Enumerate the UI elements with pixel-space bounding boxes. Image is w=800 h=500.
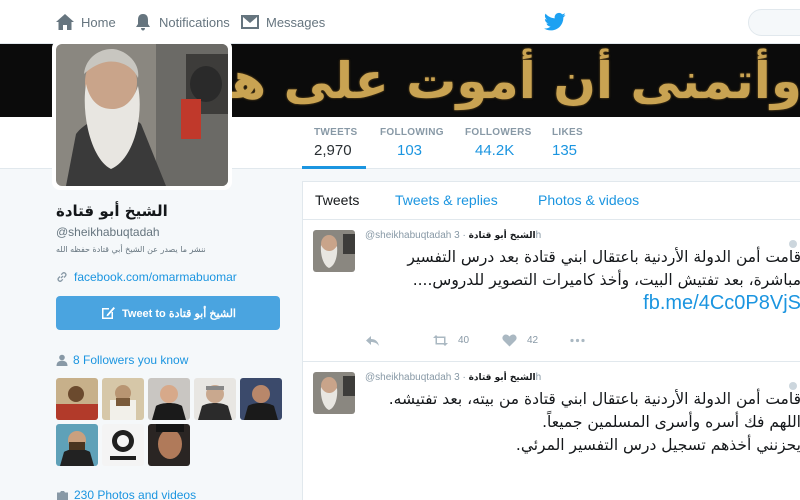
followers-you-know-label: 8 Followers you know [73, 353, 189, 367]
photos-videos-label: 230 Photos and videos [74, 488, 197, 500]
nav-notifications[interactable]: Notifications [133, 0, 230, 44]
followers-you-know-link[interactable]: 8 Followers you know [56, 353, 188, 367]
like-count: 42 [527, 335, 539, 346]
follower-avatar-image [240, 378, 282, 420]
bell-icon [136, 14, 150, 31]
person-icon [56, 354, 68, 366]
twitter-bird-icon[interactable] [544, 12, 566, 32]
stat-following[interactable]: FOLLOWING 103 [380, 127, 444, 159]
more-dots-icon [570, 338, 585, 343]
tweets-timeline: Tweets Tweets & replies Photos & videos … [302, 181, 800, 500]
avatar-photo [56, 44, 228, 186]
profile-website-link[interactable]: facebook.com/omarmabuomar [56, 270, 237, 284]
tweet-item[interactable]: @sheikhabuqtadah الشيخ أبو قتادة · 3h قا… [303, 362, 800, 500]
reply-icon [366, 336, 379, 346]
stat-tweets-label: TWEETS [314, 127, 358, 138]
follower-avatar-image [194, 378, 236, 420]
stat-following-value: 103 [397, 142, 423, 159]
tweet-to-label: Tweet to الشيخ أبو قتادة [121, 307, 236, 320]
tweet-author-avatar-image [313, 230, 355, 272]
tweet-to-button[interactable]: Tweet to الشيخ أبو قتادة [56, 296, 280, 330]
active-stat-underline [302, 166, 366, 169]
follower-avatar[interactable] [56, 424, 98, 466]
tweet-text: قامت أمن الدولة الأردنية باعتقال ابني قت… [365, 388, 800, 457]
profile-bio: ننشر ما يصدر عن الشيخ أبي قتادة حفظه الل… [56, 245, 206, 254]
follower-avatar[interactable] [102, 424, 144, 466]
compose-icon [101, 307, 115, 319]
stat-likes-label: LIKES [552, 127, 583, 138]
tweet-author-avatar[interactable] [313, 230, 355, 272]
follower-avatar-image [102, 378, 144, 420]
tweet-text-line: قامت أمن الدولة الأردنية باعتقال ابني قت… [388, 390, 800, 408]
tweet-text-content: قامت أمن الدولة الأردنية باعتقال ابني قت… [407, 248, 800, 289]
stat-likes-value: 135 [552, 142, 578, 159]
top-navigation-bar: Home Notifications Messages [0, 0, 800, 44]
tweet-handle[interactable]: @sheikhabuqtadah [365, 372, 451, 383]
stat-followers-label: FOLLOWERS [465, 127, 532, 138]
tweet-author-name[interactable]: الشيخ أبو قتادة [469, 231, 536, 241]
follower-avatar-image [56, 424, 98, 466]
follower-avatar[interactable] [56, 378, 98, 420]
tweet-header: @sheikhabuqtadah الشيخ أبو قتادة · 3h [365, 372, 541, 383]
follower-avatar-image [56, 378, 98, 420]
profile-name[interactable]: الشيخ أبو قتادة [56, 202, 168, 220]
nav-messages-label: Messages [266, 14, 326, 30]
stat-followers[interactable]: FOLLOWERS 44.2K [465, 127, 532, 159]
tweet-author-avatar[interactable] [313, 372, 355, 414]
follower-avatar[interactable] [148, 424, 190, 466]
profile-handle[interactable]: @sheikhabuqtadah [56, 225, 160, 239]
nav-notifications-label: Notifications [159, 14, 230, 30]
tab-tweets-replies[interactable]: Tweets & replies [395, 192, 498, 208]
tweet-author-avatar-image [313, 372, 355, 414]
envelope-icon [241, 15, 259, 29]
tweet-text-line: اللهم فك أسره وأسرى المسلمين جميعاً. [542, 413, 800, 431]
search-input[interactable] [748, 9, 800, 36]
retweet-icon [433, 335, 448, 346]
tweet-link[interactable]: fb.me/4Cc0P8VjS [643, 292, 800, 314]
retweet-button[interactable]: 40 [433, 334, 469, 347]
photos-videos-link[interactable]: 230 Photos and videos [56, 488, 196, 500]
follower-avatar[interactable] [240, 378, 282, 420]
tweet-handle[interactable]: @sheikhabuqtadah [365, 230, 451, 241]
follower-avatar-image [102, 424, 144, 466]
nav-messages[interactable]: Messages [240, 0, 325, 44]
stat-followers-value: 44.2K [475, 142, 515, 159]
link-icon [57, 272, 67, 282]
follower-avatar-image [148, 424, 190, 466]
profile-website-text: facebook.com/omarmabuomar [74, 270, 237, 284]
timeline-tabs: Tweets Tweets & replies Photos & videos [303, 182, 800, 220]
banner-text: وأتمنى أن أموت على هـ [214, 52, 800, 110]
nav-home-label: Home [81, 14, 116, 30]
like-button[interactable]: 42 [502, 334, 538, 347]
tweet-text: قامت أمن الدولة الأردنية باعتقال ابني قت… [365, 246, 800, 316]
stat-likes[interactable]: LIKES 135 [552, 127, 583, 159]
retweet-count: 40 [458, 335, 470, 346]
tab-tweets[interactable]: Tweets [315, 192, 359, 208]
tweet-author-name[interactable]: الشيخ أبو قتادة [469, 373, 536, 383]
tweet-actions: 40 42 [365, 334, 665, 352]
stat-following-label: FOLLOWING [380, 127, 444, 138]
stat-tweets-value: 2,970 [314, 142, 352, 159]
follower-avatar[interactable] [194, 378, 236, 420]
heart-icon [502, 334, 517, 347]
follower-avatar[interactable] [148, 378, 190, 420]
follower-avatar-image [148, 378, 190, 420]
home-icon [56, 14, 74, 30]
tab-photos-videos[interactable]: Photos & videos [538, 192, 639, 208]
more-options-button[interactable] [570, 334, 595, 347]
tweet-item[interactable]: @sheikhabuqtadah الشيخ أبو قتادة · 3h قا… [303, 220, 800, 362]
follower-avatar[interactable] [102, 378, 144, 420]
tweet-text-line: يحزنني أخذهم تسجيل درس التفسير المرئي. [515, 436, 800, 454]
camera-icon [57, 490, 68, 500]
stat-tweets[interactable]: TWEETS 2,970 [314, 127, 357, 159]
tweet-header: @sheikhabuqtadah الشيخ أبو قتادة · 3h [365, 230, 541, 241]
profile-avatar[interactable] [52, 40, 232, 190]
nav-home[interactable]: Home [55, 0, 116, 44]
reply-button[interactable] [365, 334, 390, 347]
